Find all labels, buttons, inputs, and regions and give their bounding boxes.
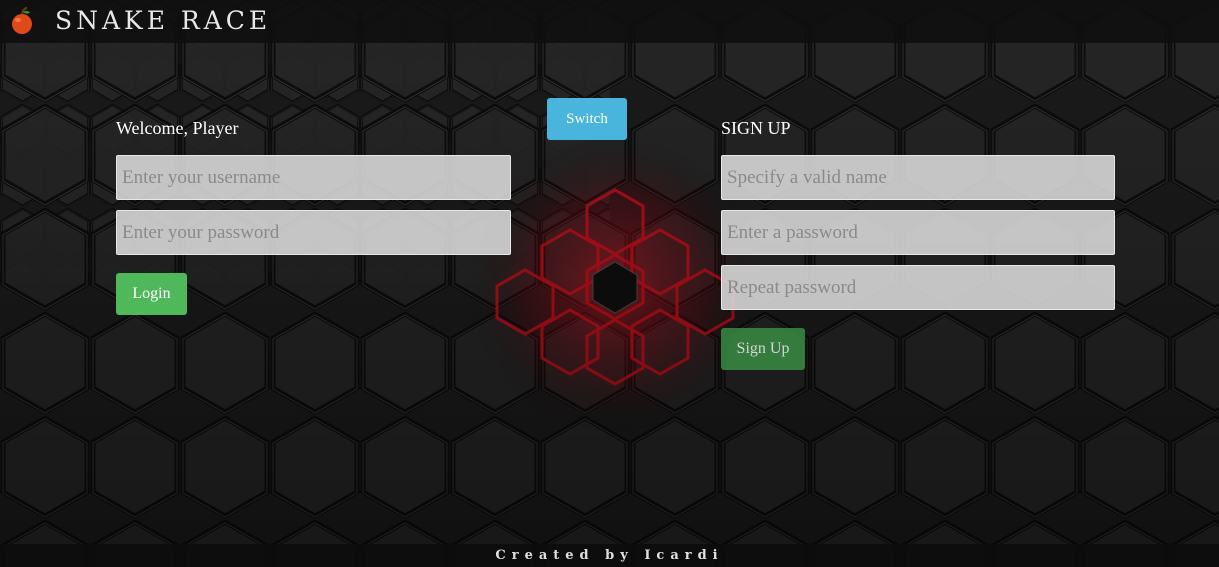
- apple-icon: [12, 7, 32, 34]
- top-bar: SNAKE RACE: [0, 0, 1219, 43]
- signup-name-input[interactable]: [721, 155, 1115, 200]
- login-button[interactable]: Login: [116, 273, 187, 315]
- password-input[interactable]: [116, 210, 511, 255]
- page: SNAKE RACE Welcome, Player Login Switch …: [0, 0, 1219, 567]
- login-heading: Welcome, Player: [116, 118, 239, 138]
- username-input[interactable]: [116, 155, 511, 200]
- signup-repeat-password-input[interactable]: [721, 265, 1115, 310]
- signup-button[interactable]: Sign Up: [721, 328, 805, 370]
- footer-credit: Created by Icardi: [0, 544, 1219, 567]
- signup-heading: SIGN UP: [721, 118, 791, 138]
- app-title: SNAKE RACE: [55, 6, 272, 35]
- switch-button[interactable]: Switch: [547, 98, 627, 140]
- signup-password-input[interactable]: [721, 210, 1115, 255]
